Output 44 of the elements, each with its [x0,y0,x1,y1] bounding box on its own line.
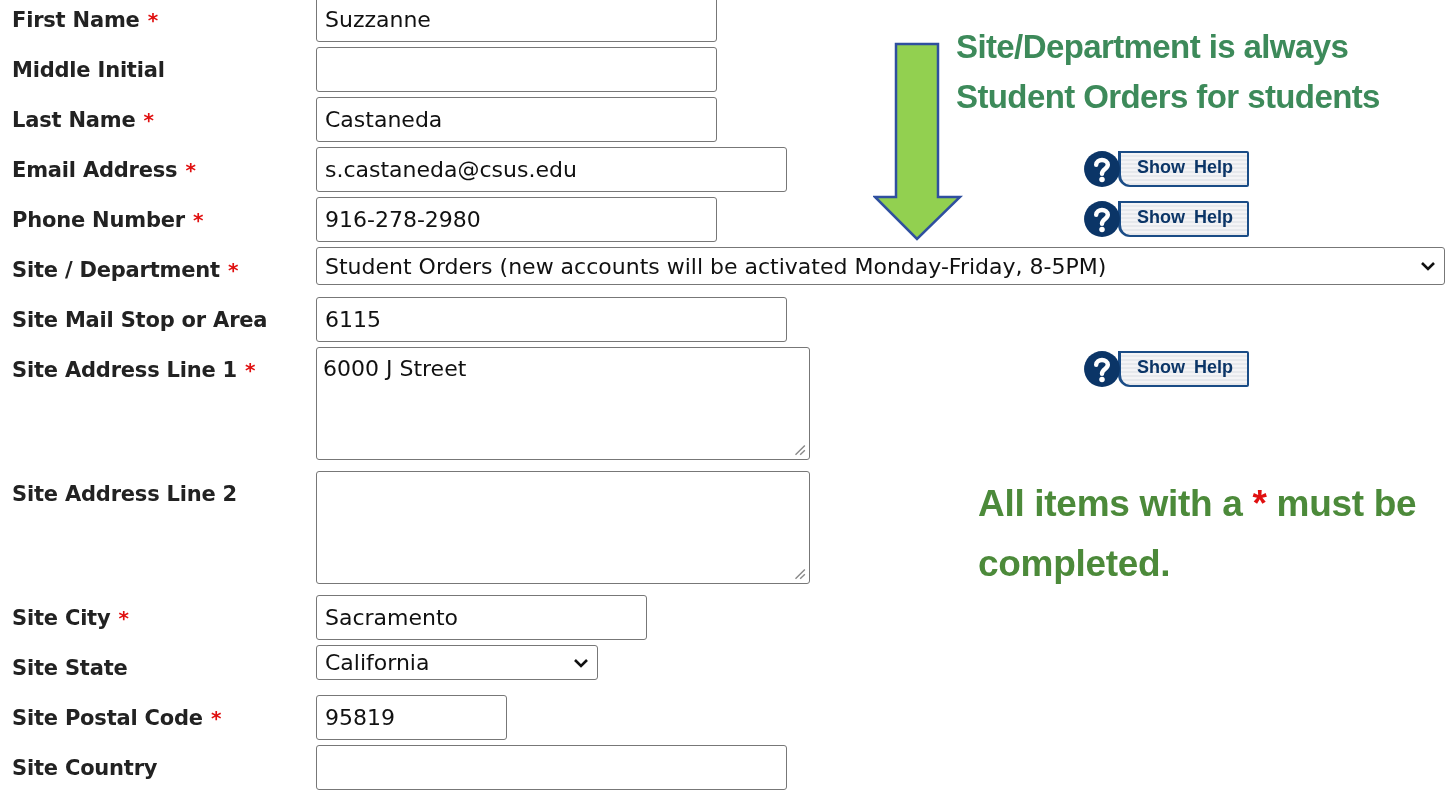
text-field[interactable]: Castaneda [316,97,717,142]
field-label: First Name [12,8,140,32]
dropdown[interactable]: California [316,645,598,680]
field-label: Phone Number [12,208,185,232]
required-mark: * [192,208,204,232]
dropdown[interactable]: Student Orders (new accounts will be activated Monday-Friday, 8-5PM) [316,247,1445,285]
help-icon [1083,350,1121,388]
required-mark: * [147,8,159,32]
callout-text: Student Orders for students [956,77,1380,117]
resize-grip-icon[interactable] [792,442,806,456]
text-field[interactable]: 916-278-2980 [316,197,717,242]
text-field[interactable] [316,47,717,92]
required-mark: * [210,706,222,730]
chevron-down-icon [1420,261,1436,271]
required-mark: * [227,258,239,282]
text-field[interactable]: Suzzanne [316,0,717,42]
resize-grip-icon[interactable] [792,566,806,580]
text-field[interactable]: 6115 [316,297,787,342]
field-label: Site Address Line 2 [12,482,238,506]
field-label: Site / Department [12,258,220,282]
field-label: Site Mail Stop or Area [12,308,268,332]
field-label: Middle Initial [12,58,165,82]
text-field[interactable]: s.castaneda@csus.edu [316,147,787,192]
field-label: Email Address [12,158,178,182]
field-label: Site Address Line 1 [12,358,238,382]
chevron-down-icon [573,657,589,668]
field-label: Site City [12,606,111,630]
required-mark: * [143,108,154,132]
text-field[interactable]: Sacramento [316,595,647,640]
field-label: Site Postal Code [12,706,203,730]
field-label: Last Name [12,108,136,132]
note-text: All items with a * must be completed. [978,482,1418,586]
field-label: Site State [12,656,128,680]
help-icon [1083,150,1121,188]
text-field[interactable]: 95819 [316,695,507,740]
text-field[interactable] [316,745,787,790]
required-mark: * [185,158,196,182]
field-label: Site Country [12,756,158,780]
text-area[interactable] [316,471,810,584]
text-area[interactable]: 6000 J Street [316,347,810,460]
help-icon [1083,200,1121,238]
required-mark: * [245,358,256,382]
callout-text: Site/Department is always [956,27,1350,67]
required-mark: * [118,606,129,630]
